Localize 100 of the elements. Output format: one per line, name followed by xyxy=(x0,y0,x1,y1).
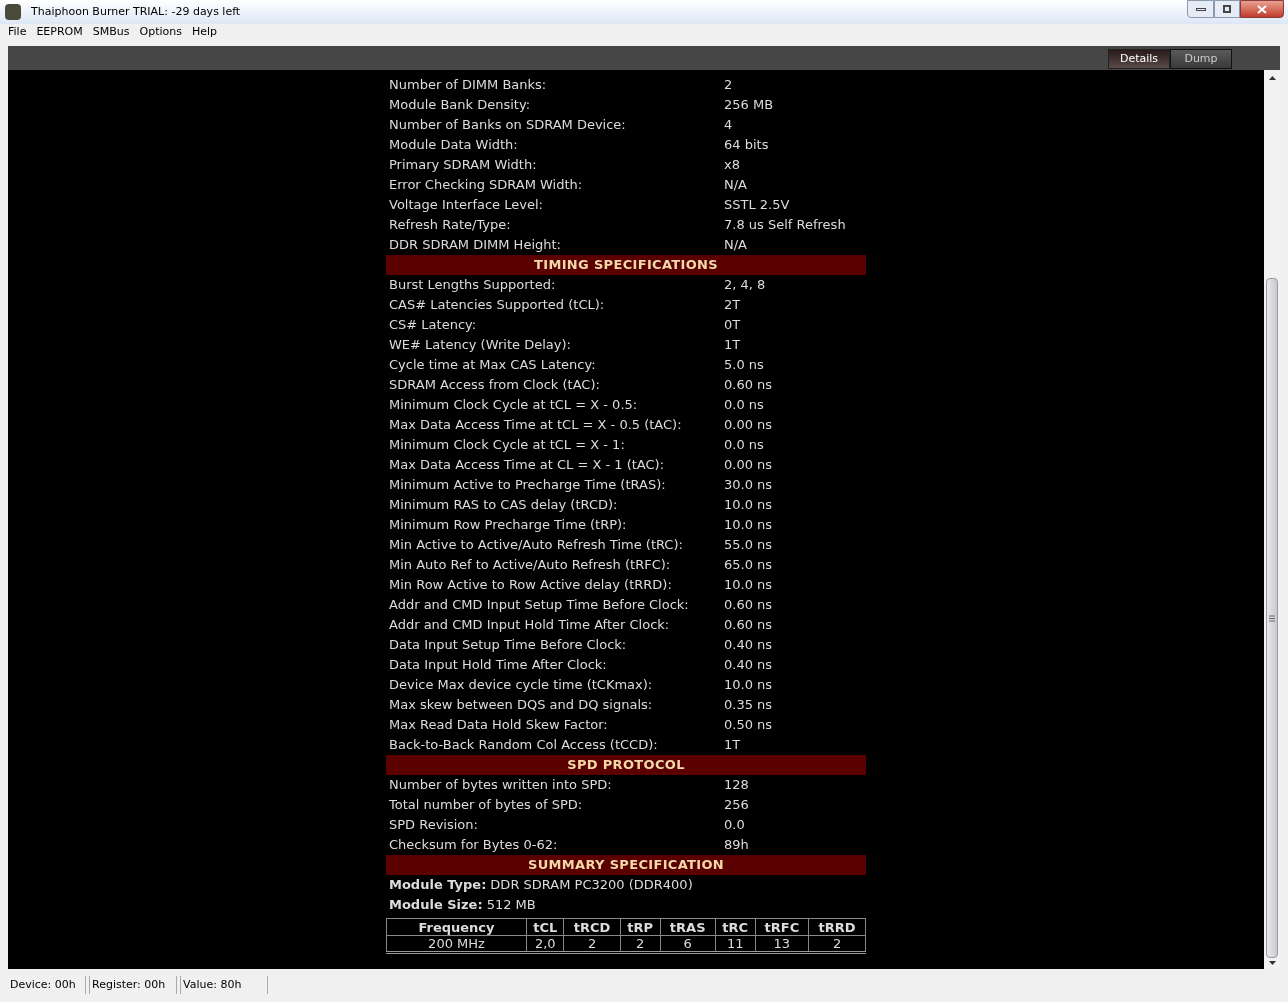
spec-label: Min Row Active to Row Active delay (tRRD): xyxy=(388,576,673,595)
spec-value: 0.0 ns xyxy=(724,396,764,415)
spec-label: Primary SDRAM Width: xyxy=(388,156,538,175)
column-header: tRRD xyxy=(808,918,866,936)
spec-value: 64 bits xyxy=(724,136,769,155)
column-header: tRCD xyxy=(564,918,621,936)
spec-value: 1T xyxy=(724,336,741,355)
spec-value: 10.0 ns xyxy=(724,516,773,535)
spec-value: 0.0 ns xyxy=(724,436,764,455)
spec-value: 0T xyxy=(724,316,741,335)
spec-label: Minimum Row Precharge Time (tRP): xyxy=(388,516,628,535)
spec-value: 10.0 ns xyxy=(724,576,773,595)
table-cell: 200 MHz xyxy=(386,935,527,953)
section-heading: SPD PROTOCOL xyxy=(386,755,866,775)
spec-value: N/A xyxy=(724,236,747,255)
column-header: tRAS xyxy=(660,918,716,936)
scroll-down-icon[interactable] xyxy=(1268,961,1276,965)
scroll-thumb[interactable] xyxy=(1266,278,1278,958)
menu-item[interactable]: EEPROM xyxy=(36,23,83,41)
column-header: tCL xyxy=(526,918,564,936)
spec-value: 5.0 ns xyxy=(724,356,764,375)
spec-label: Device Max device cycle time (tCKmax): xyxy=(388,676,654,695)
spec-value: N/A xyxy=(724,176,747,195)
spec-label: CS# Latency: xyxy=(388,316,478,335)
close-button[interactable] xyxy=(1240,0,1284,18)
spec-value: 2, 4, 8 xyxy=(724,276,766,295)
menu-item[interactable]: SMBus xyxy=(92,23,130,41)
section-heading: SUMMARY SPECIFICATION xyxy=(386,855,866,875)
view-tab[interactable]: Details xyxy=(1108,49,1170,69)
summary-label: Module Type: xyxy=(389,876,487,895)
spec-label: Minimum Clock Cycle at tCL = X - 1: xyxy=(388,436,626,455)
spec-label: Refresh Rate/Type: xyxy=(388,216,512,235)
scroll-up-icon[interactable] xyxy=(1268,76,1276,80)
spec-label: Max Data Access Time at CL = X - 1 (tAC): xyxy=(388,456,666,475)
spec-label: Data Input Setup Time Before Clock: xyxy=(388,636,628,655)
minimize-button[interactable] xyxy=(1187,0,1214,18)
spec-value: 89h xyxy=(724,836,749,855)
spec-value: 0.60 ns xyxy=(724,376,773,395)
summary-value: DDR SDRAM PC3200 (DDR400) xyxy=(490,876,693,895)
spec-value: 1T xyxy=(724,736,741,755)
spec-label: Max Data Access Time at tCL = X - 0.5 (tAC): xyxy=(388,416,683,435)
summary-label: Module Size: xyxy=(389,896,483,915)
spec-label: Total number of bytes of SPD: xyxy=(388,796,584,815)
menu-item[interactable]: Options xyxy=(139,23,182,41)
spec-value: 2 xyxy=(724,76,733,95)
spec-value: 0.00 ns xyxy=(724,456,773,475)
spec-label: Min Active to Active/Auto Refresh Time (tRC): xyxy=(388,536,684,555)
spec-label: Max Read Data Hold Skew Factor: xyxy=(388,716,609,735)
spec-label: Minimum RAS to CAS delay (tRCD): xyxy=(388,496,619,515)
spec-value: 256 MB xyxy=(724,96,774,115)
spec-label: Number of DIMM Banks: xyxy=(388,76,548,95)
spec-label: Checksum for Bytes 0-62: xyxy=(388,836,559,855)
column-header: tRP xyxy=(620,918,661,936)
spec-label: Max skew between DQS and DQ signals: xyxy=(388,696,654,715)
section-heading: TIMING SPECIFICATIONS xyxy=(386,255,866,275)
spec-value: 0.35 ns xyxy=(724,696,773,715)
restore-button[interactable] xyxy=(1214,0,1240,18)
menu-item[interactable]: Help xyxy=(191,23,217,41)
status-field: Register: 00h xyxy=(89,976,177,994)
column-header: tRFC xyxy=(755,918,809,936)
spec-label: Module Bank Density: xyxy=(388,96,532,115)
menu-item[interactable]: File xyxy=(8,23,27,41)
spec-label: Back-to-Back Random Col Access (tCCD): xyxy=(388,736,659,755)
spec-label: Addr and CMD Input Setup Time Before Clock: xyxy=(388,596,690,615)
column-header: Frequency xyxy=(386,918,527,936)
spec-label: Number of Banks on SDRAM Device: xyxy=(388,116,627,135)
spec-value: 10.0 ns xyxy=(724,496,773,515)
spec-value: 65.0 ns xyxy=(724,556,773,575)
app-icon xyxy=(5,4,21,20)
spec-label: Minimum Clock Cycle at tCL = X - 0.5: xyxy=(388,396,639,415)
status-field: Value: 80h xyxy=(180,976,268,994)
view-tab[interactable]: Dump xyxy=(1170,49,1232,69)
spec-value: 7.8 us Self Refresh xyxy=(724,216,846,235)
spec-label: SDRAM Access from Clock (tAC): xyxy=(388,376,601,395)
spec-label: DDR SDRAM DIMM Height: xyxy=(388,236,562,255)
spec-value: 0.40 ns xyxy=(724,636,773,655)
spec-label: Cycle time at Max CAS Latency: xyxy=(388,356,597,375)
spec-label: Number of bytes written into SPD: xyxy=(388,776,613,795)
spec-label: Min Auto Ref to Active/Auto Refresh (tRFC): xyxy=(388,556,672,575)
spec-value: 128 xyxy=(724,776,749,795)
summary-value: 512 MB xyxy=(486,896,536,915)
spec-label: Burst Lengths Supported: xyxy=(388,276,557,295)
spec-value: 256 xyxy=(724,796,749,815)
spec-value: 10.0 ns xyxy=(724,676,773,695)
spec-value: 55.0 ns xyxy=(724,536,773,555)
spec-label: CAS# Latencies Supported (tCL): xyxy=(388,296,606,315)
window-title: Thaiphoon Burner TRIAL: -29 days left xyxy=(31,3,241,20)
status-field: Device: 00h xyxy=(8,976,86,994)
spec-label: Data Input Hold Time After Clock: xyxy=(388,656,608,675)
close-icon xyxy=(1257,4,1267,14)
spec-label: Voltage Interface Level: xyxy=(388,196,544,215)
spec-label: Error Checking SDRAM Width: xyxy=(388,176,584,195)
spec-value: 2T xyxy=(724,296,741,315)
spec-value: 0.50 ns xyxy=(724,716,773,735)
spec-value: 4 xyxy=(724,116,733,135)
spec-value: 0.40 ns xyxy=(724,656,773,675)
spec-value: x8 xyxy=(724,156,740,175)
spec-value: 0.0 xyxy=(724,816,745,835)
grip-icon xyxy=(1269,614,1275,622)
spec-value: 0.00 ns xyxy=(724,416,773,435)
